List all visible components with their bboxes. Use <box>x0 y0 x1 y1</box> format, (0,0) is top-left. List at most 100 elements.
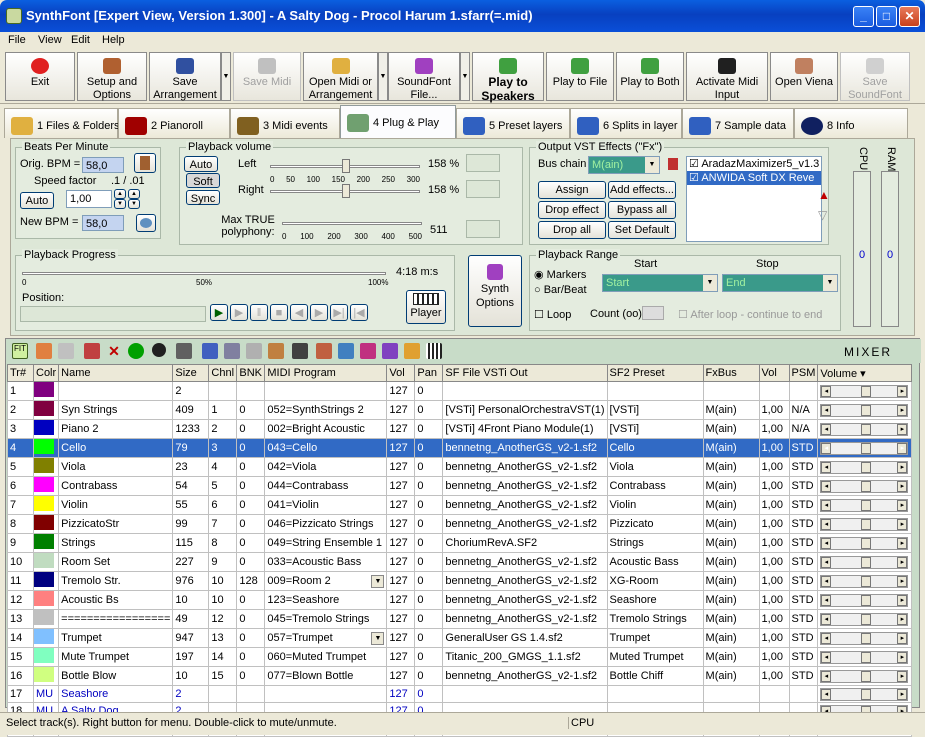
tool3-icon[interactable] <box>360 343 376 359</box>
slider-left-icon[interactable]: ◂ <box>821 499 832 511</box>
cell-sf2-preset[interactable] <box>606 685 704 703</box>
cell-size[interactable]: 409 <box>172 400 210 420</box>
cell-bnk[interactable]: 0 <box>236 457 266 477</box>
cell-vol[interactable]: 127 <box>386 533 416 553</box>
cell-midi-program[interactable]: 077=Blown Bottle <box>264 666 388 686</box>
cell-sf2-preset[interactable]: Viola <box>606 457 704 477</box>
speed-factor-field[interactable]: 1,00 <box>66 190 112 208</box>
col-colr[interactable]: Colr <box>32 364 60 382</box>
slider-right-icon[interactable]: ▸ <box>897 575 908 587</box>
tab-plug-play[interactable]: 4 Plug & Play <box>340 105 456 138</box>
cell-fxbus[interactable]: M(ain) <box>702 571 760 591</box>
cell-vol[interactable]: 127 <box>386 476 416 496</box>
cell-colr[interactable] <box>32 628 60 648</box>
slider-thumb[interactable] <box>861 632 872 644</box>
slider-right-icon[interactable]: ▸ <box>897 385 908 397</box>
cell-size[interactable]: 49 <box>172 609 210 629</box>
cell-pan[interactable]: 0 <box>414 457 444 477</box>
slider-left-icon[interactable]: ◂ <box>821 480 832 492</box>
tab-info[interactable]: 8 Info <box>794 108 908 138</box>
cell-sf-file[interactable]: Titanic_200_GMGS_1.1.sf2 <box>442 647 608 667</box>
cell-name[interactable]: Trumpet <box>58 628 174 648</box>
cell-sf-file[interactable]: [VSTi] 4Front Piano Module(1) <box>442 419 608 439</box>
mute-icon[interactable] <box>84 343 100 359</box>
cell-pan[interactable]: 0 <box>414 533 444 553</box>
color-swatch[interactable] <box>34 382 54 397</box>
slider-right-icon[interactable]: ▸ <box>897 670 908 682</box>
slider-thumb[interactable] <box>861 423 872 435</box>
piano-icon[interactable] <box>426 343 442 359</box>
cell-tr[interactable]: 5 <box>7 457 34 477</box>
cell-pan[interactable]: 0 <box>414 419 444 439</box>
cell-vol[interactable]: 127 <box>386 609 416 629</box>
cell-vol2[interactable] <box>758 685 790 703</box>
cell-tr[interactable]: 7 <box>7 495 34 515</box>
cell-chnl[interactable] <box>208 381 238 401</box>
color-swatch[interactable] <box>34 439 54 454</box>
track-volume-slider[interactable]: ◂▸ <box>820 460 909 474</box>
table-row[interactable]: 8 PizzicatoStr 99 7 0 046=Pizzicato Strings 12… <box>7 514 913 534</box>
cell-size[interactable]: 23 <box>172 457 210 477</box>
grid-icon[interactable] <box>246 343 262 359</box>
cell-psm[interactable]: N/A <box>788 400 819 420</box>
cell-sf-file[interactable]: [VSTi] PersonalOrchestraVST(1) <box>442 400 608 420</box>
cell-vol2[interactable]: 1,00 <box>758 400 790 420</box>
cell-vol2[interactable]: 1,00 <box>758 457 790 477</box>
cell-sf2-preset[interactable]: [VSTi] <box>606 400 704 420</box>
table-row[interactable]: 1 2 127 0 ◂ ▸ <box>7 381 913 401</box>
step-forward-icon[interactable]: ▶ <box>230 304 248 321</box>
cell-bnk[interactable]: 0 <box>236 514 266 534</box>
set-default-button[interactable]: Set Default <box>608 221 676 239</box>
cell-vol2[interactable]: 1,00 <box>758 476 790 496</box>
slider-right-icon[interactable]: ▸ <box>897 404 908 416</box>
slider-left-icon[interactable]: ◂ <box>821 556 832 568</box>
slider-right-icon[interactable]: ▸ <box>897 688 908 700</box>
cell-pan[interactable]: 0 <box>414 381 444 401</box>
cell-fxbus[interactable]: M(ain) <box>702 457 760 477</box>
track-volume-slider[interactable]: ◂▸ <box>820 536 909 550</box>
cell-size[interactable]: 2 <box>172 381 210 401</box>
cell-tr[interactable]: 1 <box>7 381 34 401</box>
cell-midi-program[interactable] <box>264 685 388 703</box>
left-volume-thumb[interactable] <box>342 159 350 173</box>
cell-pan[interactable]: 0 <box>414 628 444 648</box>
cell-volume-slider[interactable]: ◂▸ <box>817 609 913 629</box>
cell-sf2-preset[interactable]: Trumpet <box>606 628 704 648</box>
slider-right-icon[interactable]: ▸ <box>897 537 908 549</box>
fast-forward-icon[interactable]: ▶ <box>310 304 328 321</box>
play-file-button[interactable]: Play to File <box>546 52 614 101</box>
cell-psm[interactable]: STD <box>788 590 819 610</box>
cell-sf-file[interactable]: bennetng_AnotherGS_v2-1.sf2 <box>442 666 608 686</box>
cell-sf2-preset[interactable]: Bottle Chiff <box>606 666 704 686</box>
slider-right-icon[interactable]: ▸ <box>897 651 908 663</box>
track-volume-slider[interactable]: ◂▸ <box>820 403 909 417</box>
barbeat-radio[interactable]: ○ Bar/Beat <box>534 284 587 296</box>
color-swatch[interactable] <box>34 515 54 530</box>
menu-help[interactable]: Help <box>102 34 125 46</box>
cell-size[interactable]: 2 <box>172 685 210 703</box>
slider-left-icon[interactable]: ◂ <box>821 688 832 700</box>
cell-sf-file[interactable] <box>442 685 608 703</box>
cell-midi-program[interactable]: 002=Bright Acoustic <box>264 419 388 439</box>
slider-right-icon[interactable]: ▸ <box>897 480 908 492</box>
cell-colr[interactable] <box>32 514 60 534</box>
drop-all-button[interactable]: Drop all <box>538 221 606 239</box>
cell-psm[interactable]: N/A <box>788 419 819 439</box>
cell-midi-program[interactable]: 052=SynthStrings 2 <box>264 400 388 420</box>
cell-psm[interactable] <box>788 685 819 703</box>
cell-fxbus[interactable] <box>702 685 760 703</box>
move-up-icon[interactable]: ▲ <box>818 188 830 202</box>
cell-colr[interactable] <box>32 457 60 477</box>
cell-colr[interactable] <box>32 533 60 553</box>
table-row[interactable]: 11 Tremolo Str. 976 10 128 009=Room 2 ▼ 127 0 ben… <box>7 571 913 591</box>
menu-file[interactable]: File <box>8 34 26 46</box>
cell-psm[interactable]: STD <box>788 533 819 553</box>
open-viena-button[interactable]: Open Viena <box>770 52 838 101</box>
effects-list[interactable]: ☑ AradazMaximizer5_v1.3 ☑ ANWIDA Soft DX… <box>686 156 822 242</box>
cell-pan[interactable]: 0 <box>414 552 444 572</box>
cell-midi-program[interactable]: 041=Violin <box>264 495 388 515</box>
col-sf2-preset[interactable]: SF2 Preset <box>606 364 704 382</box>
cell-size[interactable]: 79 <box>172 438 210 458</box>
out-header[interactable]: Out <box>510 367 528 379</box>
cell-name[interactable]: Strings <box>58 533 174 553</box>
